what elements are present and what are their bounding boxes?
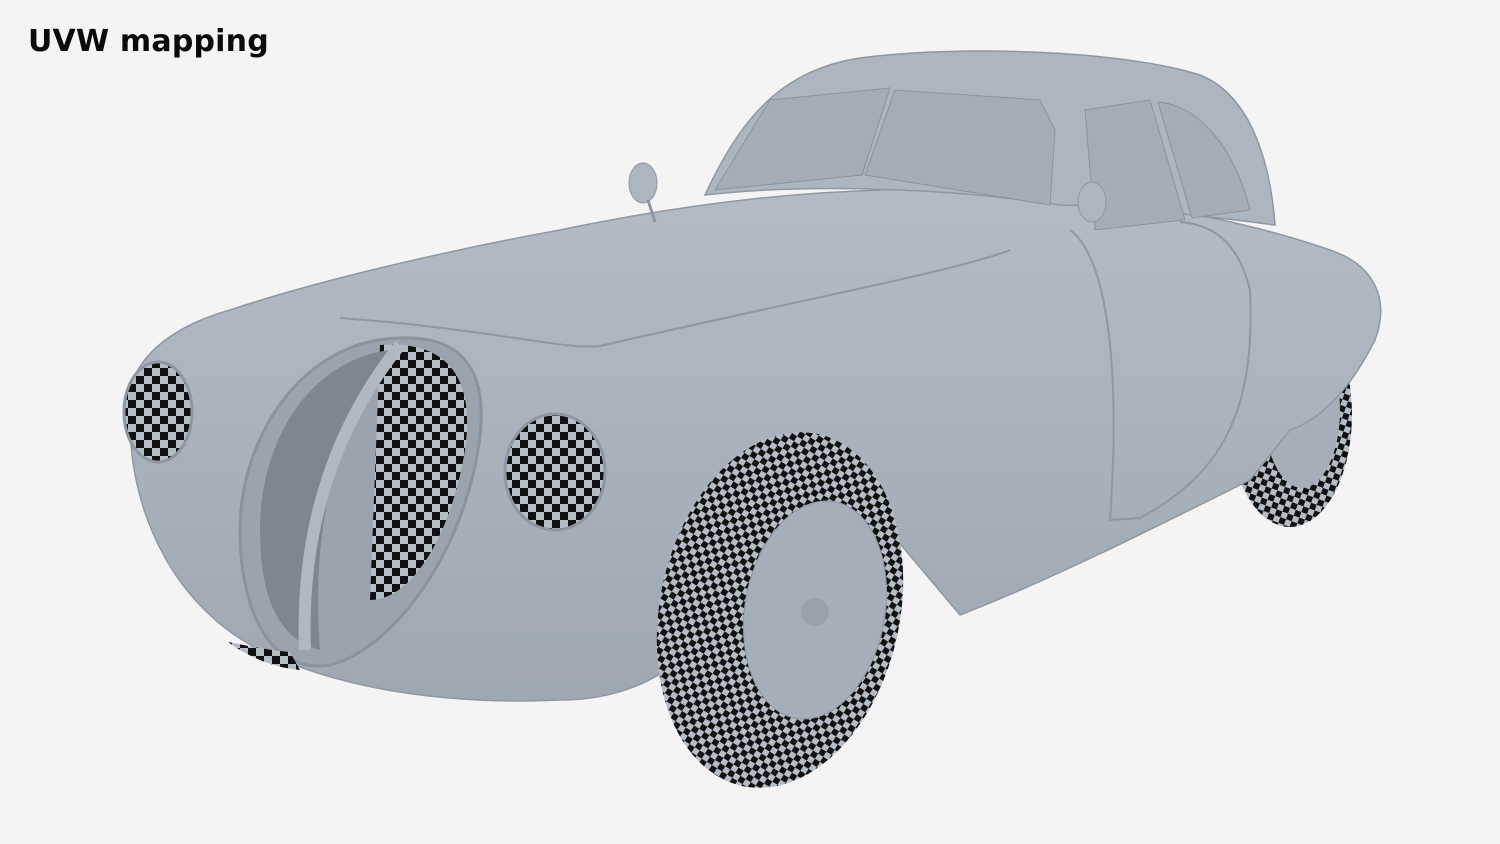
left-headlight bbox=[122, 360, 194, 464]
car-render bbox=[122, 50, 1382, 788]
left-mirror bbox=[628, 162, 658, 204]
right-headlight bbox=[503, 412, 607, 532]
right-mirror bbox=[1077, 181, 1107, 223]
